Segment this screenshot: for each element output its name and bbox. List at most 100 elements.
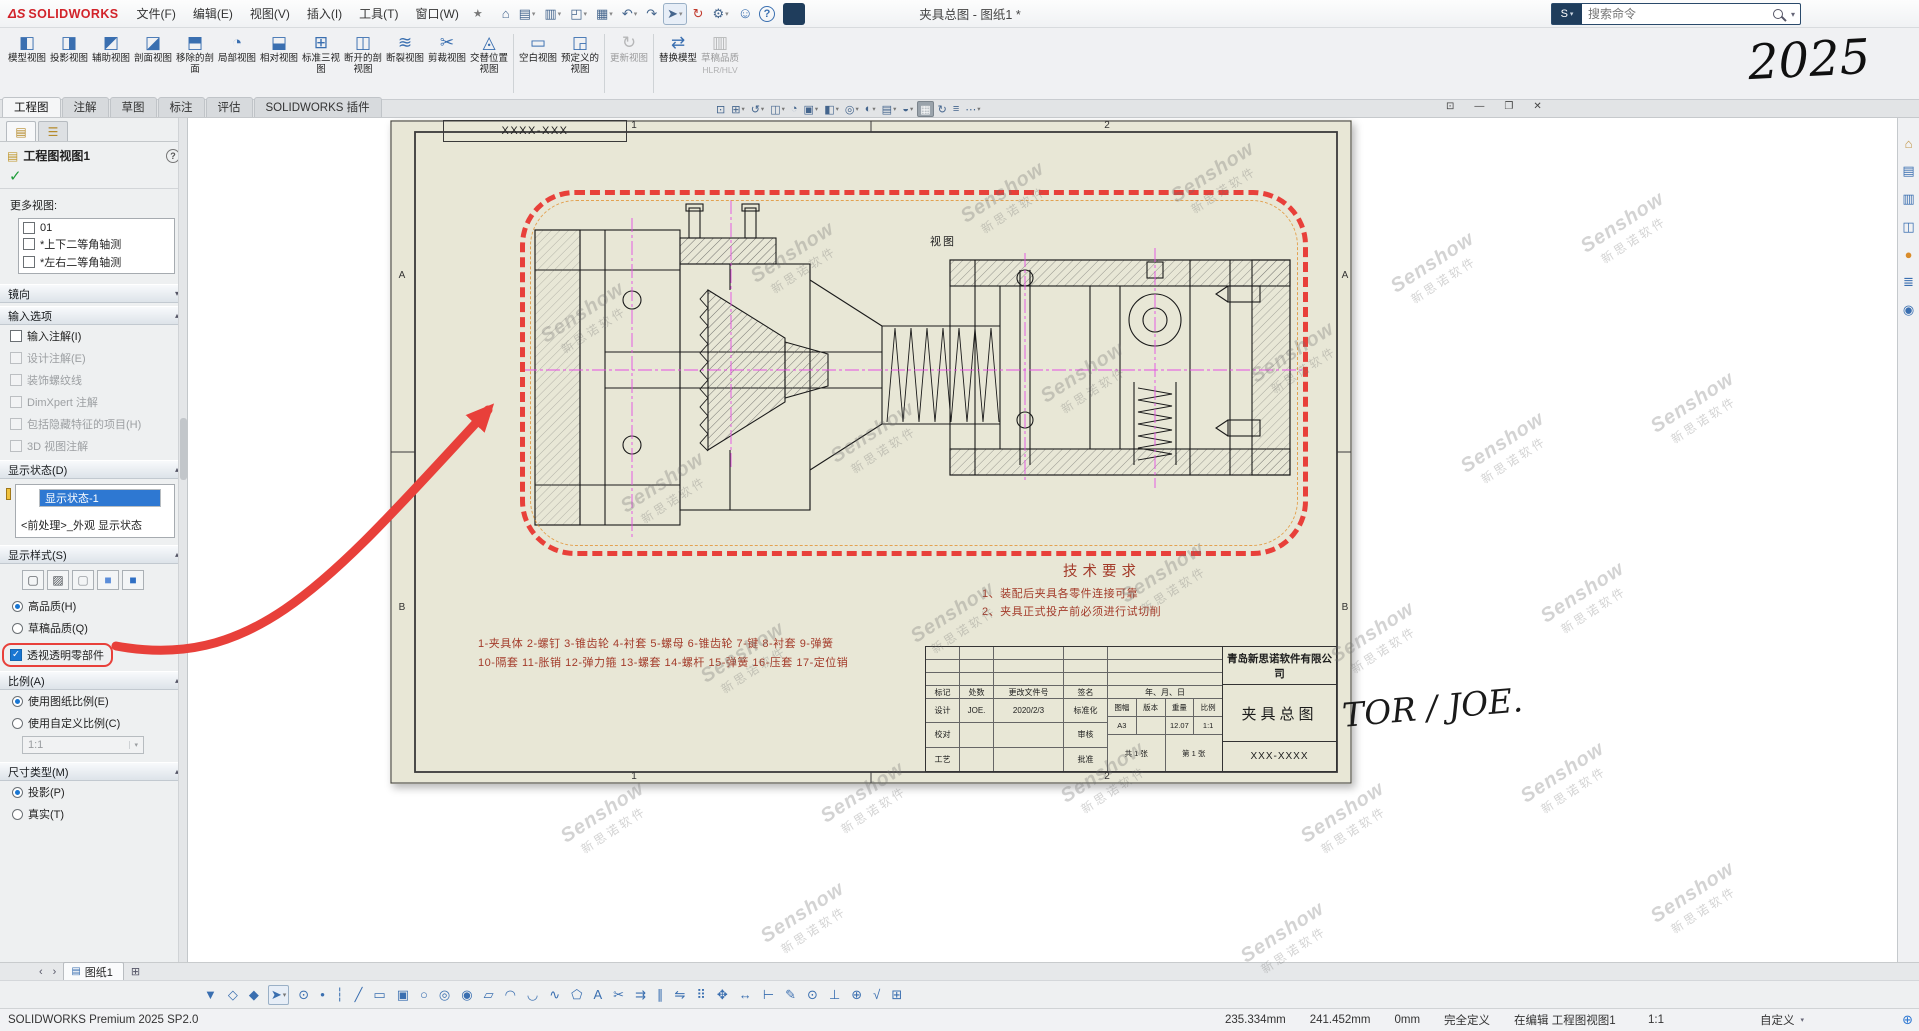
zoom-to-fit-icon[interactable]: ⊡ xyxy=(714,101,727,117)
filter-vertices-icon[interactable]: ◇ xyxy=(226,986,240,1004)
menu-item-3[interactable]: 插入(I) xyxy=(299,1,350,26)
spline-icon[interactable]: ∿ xyxy=(547,986,562,1004)
select-arrow-icon[interactable]: ➤▾ xyxy=(663,3,686,25)
apply-scene-icon[interactable]: ▤▾ xyxy=(880,101,899,117)
ellipse-icon[interactable]: ◉ xyxy=(459,986,474,1004)
hidden-lines-removed-button[interactable]: ▢ xyxy=(72,570,94,590)
linear-pattern-icon[interactable]: ⠿ xyxy=(694,986,708,1004)
magnifying-glass-icon[interactable]: ⊙ xyxy=(296,986,311,1004)
break-view-button[interactable]: ≋断裂视图 xyxy=(384,30,426,97)
edit-appearance-icon[interactable]: ◐▾ xyxy=(863,101,878,117)
section-view-button[interactable]: ◪剖面视图 xyxy=(132,30,174,97)
alternate-position-view-button[interactable]: ◬交替位置视图 xyxy=(468,30,510,97)
straight-slot-icon[interactable]: ▱ xyxy=(482,986,496,1004)
ok-button[interactable]: ✓ xyxy=(0,167,187,189)
shaded-button[interactable]: ■ xyxy=(122,570,144,590)
convert-entities-icon[interactable]: ⇉ xyxy=(633,986,648,1004)
display-style-icon[interactable]: ◧▾ xyxy=(822,101,841,117)
text-icon[interactable]: A xyxy=(591,986,604,1003)
dimension-type-option-0[interactable]: 投影(P) xyxy=(0,781,187,803)
print-icon[interactable]: ▦▾ xyxy=(593,4,616,24)
options-gear-icon[interactable]: ⚙▾ xyxy=(709,4,731,24)
dynamic-annotation-views-icon[interactable]: ◔ xyxy=(789,101,800,117)
scale-option-0[interactable]: 使用图纸比例(E) xyxy=(0,690,187,712)
minimize-button[interactable]: — xyxy=(1472,101,1486,112)
dimension-type-option-1[interactable]: 真实(T) xyxy=(0,803,187,825)
scale-option-1[interactable]: 使用自定义比例(C) xyxy=(0,712,187,734)
more-view-option-0[interactable]: 01 xyxy=(20,221,173,235)
pane-secondary-tab[interactable]: ☰ xyxy=(38,121,68,141)
quality-option-1[interactable]: 草稿品质(Q) xyxy=(0,617,187,639)
broken-out-section-button[interactable]: ◫断开的剖视图 xyxy=(342,30,384,97)
transparent-components-checkbox[interactable]: ✓ 透视透明零部件 xyxy=(2,643,113,667)
section-display-style[interactable]: 显示样式(S)▴ xyxy=(0,545,187,564)
restore-group-button[interactable]: ⊡ xyxy=(1444,101,1456,112)
view-orientation-icon[interactable]: ▣▾ xyxy=(802,101,821,117)
close-button[interactable]: ✕ xyxy=(1531,101,1543,112)
property-manager-tab[interactable]: ▤ xyxy=(6,121,36,141)
appearances-scenes-icon[interactable]: ● xyxy=(1905,247,1913,262)
redo-icon[interactable]: ↷ xyxy=(643,4,660,24)
view-settings-icon[interactable]: ◒▾ xyxy=(900,101,915,117)
home-icon[interactable]: ⌂ xyxy=(1905,136,1913,151)
filter-faces-icon[interactable]: ◆ xyxy=(247,986,261,1004)
line-icon[interactable]: ╱ xyxy=(353,986,365,1004)
add-sheet-icon[interactable]: ⊞ xyxy=(128,965,143,978)
rotate-view-icon[interactable]: ↻ xyxy=(936,101,949,117)
more-view-option-1[interactable]: *上下二等角轴测 xyxy=(20,235,173,253)
relative-view-button[interactable]: ⬓相对视图 xyxy=(258,30,300,97)
search-input[interactable] xyxy=(1582,7,1773,21)
tab-1[interactable]: 注解 xyxy=(62,97,109,117)
display-state-item-1[interactable]: <前处理>_外观 显示状态 xyxy=(17,515,173,535)
search-icon[interactable] xyxy=(1773,9,1783,19)
smart-dimension-icon[interactable]: ↔ xyxy=(737,986,754,1003)
rebuild-icon[interactable]: ↻ xyxy=(690,4,707,24)
offset-entities-icon[interactable]: ∥ xyxy=(655,986,666,1004)
datum-feature-icon[interactable]: ⊥ xyxy=(827,986,842,1004)
section-mirror[interactable]: 镜向▾ xyxy=(0,284,187,303)
three-point-arc-icon[interactable]: ◠ xyxy=(503,986,518,1004)
scrollbar-thumb[interactable] xyxy=(180,418,187,480)
account-icon[interactable]: ☺ xyxy=(738,5,753,22)
display-state-item-0[interactable]: 显示状态-1 xyxy=(39,489,161,507)
sketch-point-icon[interactable]: • xyxy=(318,986,327,1003)
predefined-view-button[interactable]: ◲预定义的视图 xyxy=(559,30,601,97)
tab-0[interactable]: 工程图 xyxy=(2,97,61,117)
scale-select[interactable]: 1:1▾ xyxy=(22,736,144,754)
more-view-option-2[interactable]: *左右二等角轴测 xyxy=(20,253,173,271)
projected-view-button[interactable]: ◨投影视图 xyxy=(48,30,90,97)
open-icon[interactable]: ▥▾ xyxy=(541,4,564,24)
file-explorer-icon[interactable]: ▥ xyxy=(1902,191,1914,207)
magnetic-lines-icon[interactable]: ≡ xyxy=(951,101,961,117)
panel-scrollbar[interactable] xyxy=(178,118,187,962)
center-rectangle-icon[interactable]: ▣ xyxy=(395,986,411,1004)
globe-icon[interactable]: ⊕ xyxy=(1902,1012,1913,1028)
model-view-button[interactable]: ◧模型视图 xyxy=(6,30,48,97)
3d-drawing-view-icon[interactable]: ▦ xyxy=(917,101,933,117)
surface-finish-icon[interactable]: √ xyxy=(871,986,882,1003)
drawing-sheet[interactable]: XXXX-XXX 1 2 1 2 A B A B 视图 技术要求 1、装配后夹具… xyxy=(390,120,1352,784)
trim-entities-icon[interactable]: ✂ xyxy=(611,986,626,1004)
search-dropdown-icon[interactable]: ▾ xyxy=(1791,10,1795,19)
table-icon[interactable]: ⊞ xyxy=(889,986,904,1004)
move-entities-icon[interactable]: ✥ xyxy=(715,986,730,1004)
sheet-tab[interactable]: ▤ 图纸1 xyxy=(63,962,124,982)
replace-model-button[interactable]: ⇄替换模型 xyxy=(657,30,699,97)
tab-3[interactable]: 标注 xyxy=(158,97,205,117)
corner-rectangle-icon[interactable]: ▭ xyxy=(371,986,387,1004)
tangent-arc-icon[interactable]: ◡ xyxy=(525,986,540,1004)
search-scope-button[interactable]: S▾ xyxy=(1552,4,1582,24)
crop-view-button[interactable]: ✂剪裁视图 xyxy=(426,30,468,97)
favorites-star-icon[interactable]: ★ xyxy=(467,7,489,20)
standard-3-view-button[interactable]: ⊞标准三视图 xyxy=(300,30,342,97)
wireframe-button[interactable]: ▢ xyxy=(22,570,44,590)
menu-item-1[interactable]: 编辑(E) xyxy=(185,1,241,26)
zoom-to-area-icon[interactable]: ⊞▾ xyxy=(729,101,746,117)
section-display-state[interactable]: 显示状态(D)▴ xyxy=(0,460,187,479)
tab-2[interactable]: 草图 xyxy=(110,97,157,117)
graphics-area[interactable]: XXXX-XXX 1 2 1 2 A B A B 视图 技术要求 1、装配后夹具… xyxy=(188,118,1897,962)
tab-4[interactable]: 评估 xyxy=(206,97,253,117)
units-select[interactable]: 自定义 ▾ xyxy=(1760,1012,1804,1028)
tab-5[interactable]: SOLIDWORKS 插件 xyxy=(254,97,382,117)
home-icon[interactable]: ⌂ xyxy=(499,4,513,23)
